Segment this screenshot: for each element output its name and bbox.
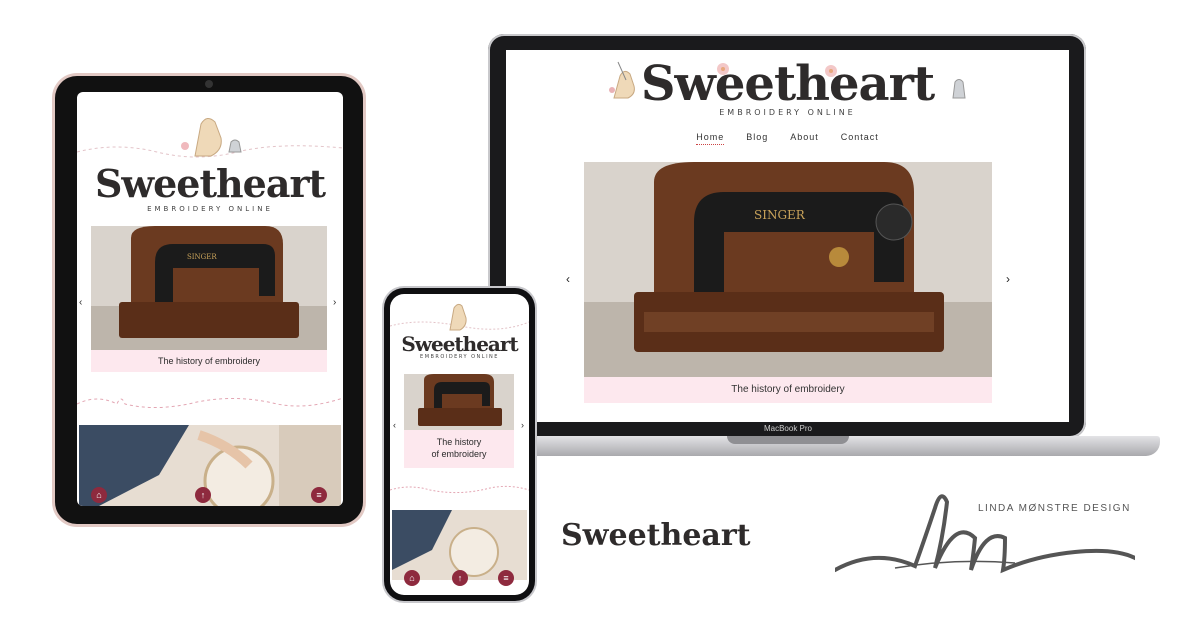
laptop-screen: Sweetheart EMBROIDERY ONLINE Home Blog A… — [506, 50, 1069, 422]
site-logo[interactable]: Sweetheart — [506, 58, 1069, 110]
hero-caption[interactable]: The history of embroidery — [404, 430, 514, 468]
scroll-top-button[interactable]: ↑ — [195, 487, 211, 503]
site-tagline: EMBROIDERY ONLINE — [147, 205, 273, 213]
arrow-up-icon: ↑ — [457, 573, 463, 583]
home-icon: ⌂ — [409, 573, 415, 583]
designer-name: LINDA MØNSTRE DESIGN — [978, 503, 1131, 514]
sewing-machine-image: SINGER — [91, 226, 327, 350]
scroll-top-button[interactable]: ↑ — [452, 570, 468, 586]
slider-next-button[interactable]: › — [1006, 272, 1010, 286]
slider-prev-button[interactable]: ‹ — [393, 420, 396, 430]
nav-contact[interactable]: Contact — [841, 132, 879, 145]
caption-line: The history — [436, 437, 482, 447]
home-icon: ⌂ — [96, 490, 102, 500]
phone-screen: Sweetheart EMBROIDERY ONLINE ‹ › The his… — [390, 294, 529, 595]
site-header: Sweetheart EMBROIDERY ONLINE — [506, 58, 1069, 117]
hero-caption[interactable]: The history of embroidery — [91, 350, 327, 372]
sewing-machine-image — [404, 374, 514, 430]
tablet-camera — [205, 80, 213, 88]
stitch-divider — [390, 485, 529, 494]
laptop-brand-label: MacBook Pro — [763, 424, 813, 433]
tablet-screen: Sweetheart EMBROIDERY ONLINE ‹ SINGER › … — [77, 92, 343, 506]
site-logo[interactable]: Sweetheart — [77, 164, 343, 204]
svg-text:SINGER: SINGER — [187, 253, 217, 261]
designer-monogram-logo — [835, 494, 1135, 574]
menu-icon: ≡ — [316, 490, 322, 500]
header-illustration — [77, 118, 343, 158]
stitch-divider — [77, 397, 343, 409]
hero-caption[interactable]: The history of embroidery — [584, 377, 992, 403]
slider-next-button[interactable]: › — [521, 420, 524, 430]
laptop-notch — [727, 436, 849, 444]
sewing-machine-image: SINGER — [584, 162, 992, 377]
main-nav: Home Blog About Contact — [506, 132, 1069, 145]
nav-blog[interactable]: Blog — [746, 132, 768, 145]
site-tagline: EMBROIDERY ONLINE — [719, 108, 856, 117]
home-button[interactable]: ⌂ — [404, 570, 420, 586]
slider-prev-button[interactable]: ‹ — [79, 297, 82, 308]
brand-title: Sweetheart — [561, 518, 751, 553]
nav-home[interactable]: Home — [696, 132, 725, 145]
site-logo[interactable]: Sweetheart — [390, 332, 529, 356]
slider-prev-button[interactable]: ‹ — [566, 272, 570, 286]
nav-about[interactable]: About — [790, 132, 819, 145]
header-illustration — [390, 303, 529, 331]
slider-next-button[interactable]: › — [333, 297, 336, 308]
menu-button[interactable]: ≡ — [498, 570, 514, 586]
caption-line: of embroidery — [431, 449, 487, 459]
menu-icon: ≡ — [503, 573, 509, 583]
site-tagline: EMBROIDERY ONLINE — [420, 354, 499, 360]
menu-button[interactable]: ≡ — [311, 487, 327, 503]
arrow-up-icon: ↑ — [200, 490, 206, 500]
svg-text:SINGER: SINGER — [754, 208, 806, 222]
home-button[interactable]: ⌂ — [91, 487, 107, 503]
